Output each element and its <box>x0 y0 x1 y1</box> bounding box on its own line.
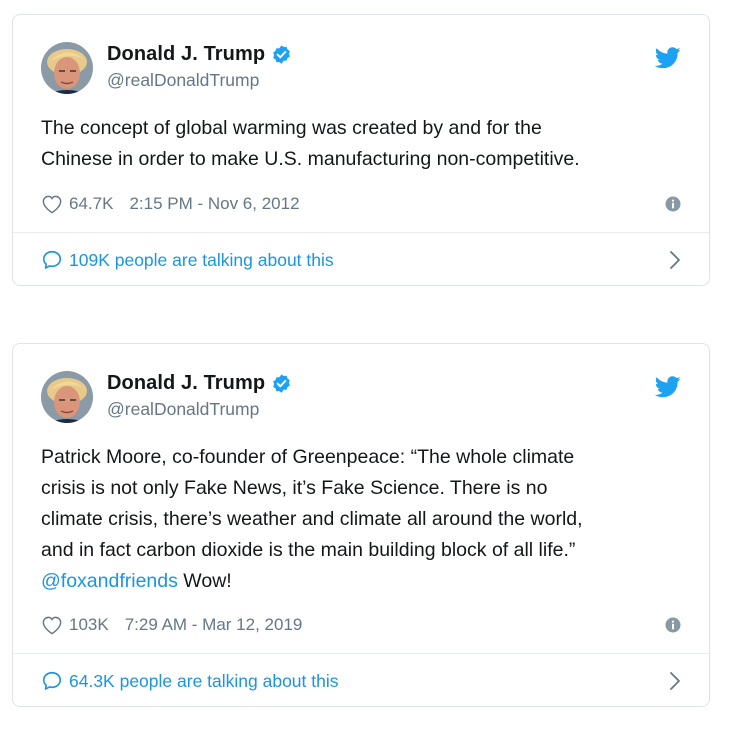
heart-icon[interactable] <box>41 615 63 635</box>
tweet-text-line: and in fact carbon dioxide is the main b… <box>41 539 576 561</box>
twitter-bird-icon[interactable] <box>655 47 681 69</box>
tweet-meta: 64.7K 2:15 PM - Nov 6, 2012 <box>41 192 681 216</box>
tweet-card[interactable]: Donald J. Trump @realDonaldTrump Patrick… <box>12 343 710 707</box>
conversation-link[interactable]: 109K people are talking about this <box>41 233 681 287</box>
verified-badge-icon <box>273 44 290 64</box>
info-icon[interactable] <box>665 196 681 212</box>
verified-badge-icon <box>273 373 290 393</box>
twitter-bird-icon[interactable] <box>655 376 681 398</box>
tweet-text-line: The concept of global warming was create… <box>41 117 542 139</box>
mention-link[interactable]: @foxandfriends <box>41 570 178 592</box>
tweet-header: Donald J. Trump @realDonaldTrump <box>41 39 681 95</box>
tweet-text: Patrick Moore, co-founder of Greenpeace:… <box>41 442 689 597</box>
tweet-text: The concept of global warming was create… <box>41 113 689 175</box>
tweet-text-tail: Wow! <box>177 570 232 592</box>
tweet-text-line: Patrick Moore, co-founder of Greenpeace:… <box>41 446 575 468</box>
author-names: Donald J. Trump @realDonaldTrump <box>107 41 292 91</box>
like-count[interactable]: 64.7K <box>69 194 113 214</box>
like-count[interactable]: 103K <box>69 615 109 635</box>
speech-bubble-icon <box>42 671 62 690</box>
tweet-text-line-last: @foxandfriends Wow! <box>41 566 689 597</box>
avatar[interactable] <box>41 371 93 423</box>
conversation-link[interactable]: 64.3K people are talking about this <box>41 654 681 708</box>
tweet-text-line: crisis is not only Fake News, it’s Fake … <box>41 477 548 499</box>
tweet-header: Donald J. Trump @realDonaldTrump <box>41 368 681 424</box>
speech-bubble-icon <box>42 250 62 269</box>
avatar[interactable] <box>41 42 93 94</box>
timestamp[interactable]: 7:29 AM - Mar 12, 2019 <box>125 615 303 635</box>
info-icon[interactable] <box>665 617 681 633</box>
display-name[interactable]: Donald J. Trump <box>107 372 265 395</box>
tweet-card[interactable]: Donald J. Trump @realDonaldTrump The con… <box>12 14 710 286</box>
tweet-text-line: Chinese in order to make U.S. manufactur… <box>41 148 580 170</box>
talking-count[interactable]: 109K people are talking about this <box>69 250 334 271</box>
handle[interactable]: @realDonaldTrump <box>107 399 292 420</box>
tweet-meta: 103K 7:29 AM - Mar 12, 2019 <box>41 613 681 637</box>
handle[interactable]: @realDonaldTrump <box>107 70 292 91</box>
tweet-text-line: climate crisis, there’s weather and clim… <box>41 508 583 530</box>
chevron-right-icon[interactable] <box>669 250 681 270</box>
author-names: Donald J. Trump @realDonaldTrump <box>107 370 292 420</box>
display-name[interactable]: Donald J. Trump <box>107 43 265 66</box>
timestamp[interactable]: 2:15 PM - Nov 6, 2012 <box>129 194 299 214</box>
chevron-right-icon[interactable] <box>669 671 681 691</box>
talking-count[interactable]: 64.3K people are talking about this <box>69 671 339 692</box>
heart-icon[interactable] <box>41 194 63 214</box>
